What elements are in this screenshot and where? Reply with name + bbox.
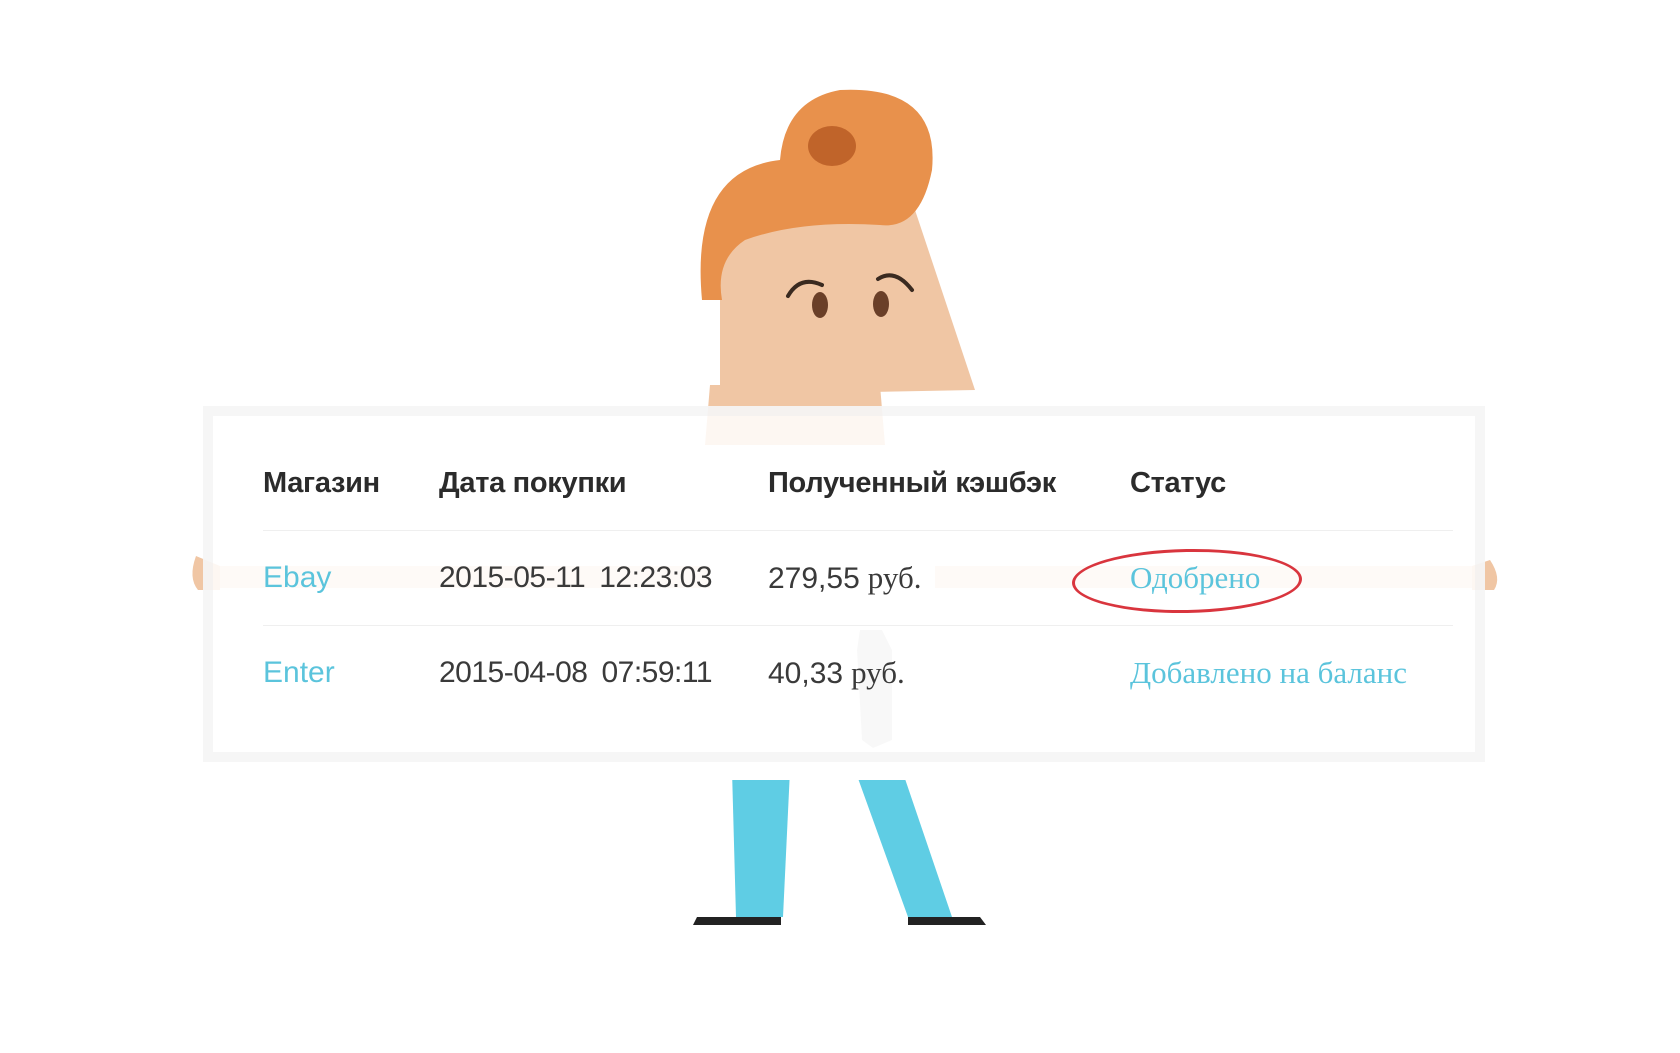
store-link[interactable]: Enter <box>263 656 335 689</box>
purchase-date: 2015-05-11 <box>439 561 586 594</box>
shoe-left <box>693 917 781 925</box>
header-status: Статус <box>1130 467 1226 499</box>
cashback-cell: 279,55 руб. <box>768 531 921 625</box>
cashback-currency: руб. <box>851 655 905 690</box>
eye-left <box>812 292 828 318</box>
purchase-date: 2015-04-08 <box>439 656 588 689</box>
header-date: Дата покупки <box>439 467 627 499</box>
store-cell: Ebay <box>263 531 331 625</box>
head <box>720 207 975 395</box>
stage: Магазин Дата покупки Полученный кэшбэк С… <box>0 0 1680 1053</box>
eye-right <box>873 291 889 317</box>
purchase-date-cell: 2015-05-11 12:23:03 <box>439 531 713 625</box>
purchase-time: 12:23:03 <box>599 561 713 594</box>
table-row: Enter 2015-04-08 07:59:11 40,33 руб. Добав… <box>263 626 1453 720</box>
cashback-amount: 40,33 <box>768 657 844 690</box>
table-header-row: Магазин Дата покупки Полученный кэшбэк С… <box>263 436 1453 531</box>
hair-curl <box>808 126 856 166</box>
cashback-currency: руб. <box>867 560 922 595</box>
pants-right-leg <box>855 770 952 917</box>
status-cell: Добавлено на баланс <box>1130 626 1407 720</box>
pants-left-leg <box>732 770 790 917</box>
store-link[interactable]: Ebay <box>263 561 331 594</box>
cashback-cell: 40,33 руб. <box>768 626 905 720</box>
header-cashback: Полученный кэшбэк <box>768 467 1056 499</box>
purchase-time: 07:59:11 <box>601 656 713 689</box>
header-store: Магазин <box>263 467 380 499</box>
store-cell: Enter <box>263 626 335 720</box>
shoe-right <box>908 917 986 925</box>
status-link[interactable]: Добавлено на баланс <box>1130 655 1407 690</box>
purchase-date-cell: 2015-04-08 07:59:11 <box>439 626 713 720</box>
cashback-amount: 279,55 <box>768 562 860 595</box>
